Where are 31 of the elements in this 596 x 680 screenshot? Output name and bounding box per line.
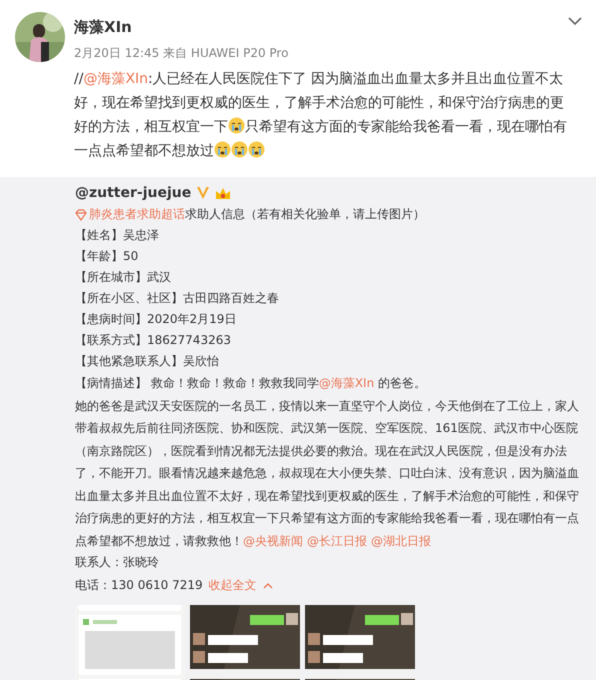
- info-line: 【姓名】吴忠泽: [75, 227, 160, 244]
- topic-link[interactable]: 肺炎患者求助超话: [89, 204, 185, 225]
- phone-text: 电话：130 0610 7219: [75, 577, 203, 594]
- post-text: //@海藻XIn:人已经在人民医院住下了 因为脑溢血出血量太多并且出血位置不太好，现在希望找到更权威的医生，了解手术治愈的可能性，和保守治疗病患的更好的方法，相互权宜一下 只希望有这方面的专家能给我爸看一看，现在哪怕有一点点希望都不想放过: [74, 70, 568, 161]
- mention-link[interactable]: @海藻XIn: [83, 71, 148, 87]
- caret-up-icon[interactable]: [262, 582, 273, 588]
- mention-link[interactable]: @海藻XIn: [318, 376, 374, 390]
- diamond-icon: [75, 208, 87, 220]
- mention-link[interactable]: @长江日报: [307, 534, 367, 548]
- chevron-down-icon[interactable]: [568, 17, 582, 26]
- post-meta: 2月20日 12:45 来自 HUAWEI P20 Pro: [74, 45, 290, 62]
- story-text: 她的爸爸是武汉天安医院的一名员工，疫情以来一直坚守个人岗位，今天他倒在了工位上，家人带着叔叔先后前往同济医院、协和医院、武汉第一医院、空军医院、161医院、武汉市中心医院（南京路院区），医院看到情况都无法提供必要的救治。现在在武汉人民医院，但是没有办法了，不能开刀。眼看情况越来越危急，叔叔现在大小便失禁、口吐白沫、没有意识，因为脑溢血出血量太多并且出血位置不太好，现在希望找到更权威的医生，了解手术治愈的可能性，和保守治疗病患的更好的方法，相互权宜一下只希望有这方面的专家能给我爸看一看，现在哪怕有一点点希望都不想放过，请救救他！@央视新闻 @长江日报 @湖北日报: [75, 398, 580, 550]
- info-line: 【联系方式】18627743263: [75, 332, 232, 349]
- author-name[interactable]: 海藻XIn: [74, 18, 132, 37]
- crying-face-icon: [231, 141, 248, 158]
- mention-link[interactable]: @央视新闻: [243, 534, 303, 548]
- contact-text: 联系人：张晓玲: [75, 554, 160, 571]
- info-line: 【其他紧急联系人】吴欣怡: [75, 353, 220, 370]
- collapse-link[interactable]: 收起全文: [208, 573, 257, 597]
- repost-author[interactable]: @zutter-juejue: [75, 185, 192, 201]
- crying-face-icon: [248, 141, 265, 158]
- verified-icon: [195, 185, 212, 201]
- info-line: 【所在小区、社区】古田四路百姓之春: [75, 290, 280, 307]
- description-text: 【病情描述】 救命！救命！救命！救救我同学@海藻XIn 的爸爸。: [75, 375, 428, 392]
- info-line: 【所在城市】武汉: [75, 269, 172, 286]
- mention-link[interactable]: @湖北日报: [371, 534, 431, 548]
- info-line: 【年龄】50: [75, 248, 140, 265]
- topic-text: 求助人信息（若有相关化验单，请上传图片）: [185, 206, 425, 223]
- crying-face-icon: [214, 141, 231, 158]
- info-line: 【患病时间】2020年2月19日: [75, 311, 238, 328]
- crying-face-icon: [228, 117, 245, 134]
